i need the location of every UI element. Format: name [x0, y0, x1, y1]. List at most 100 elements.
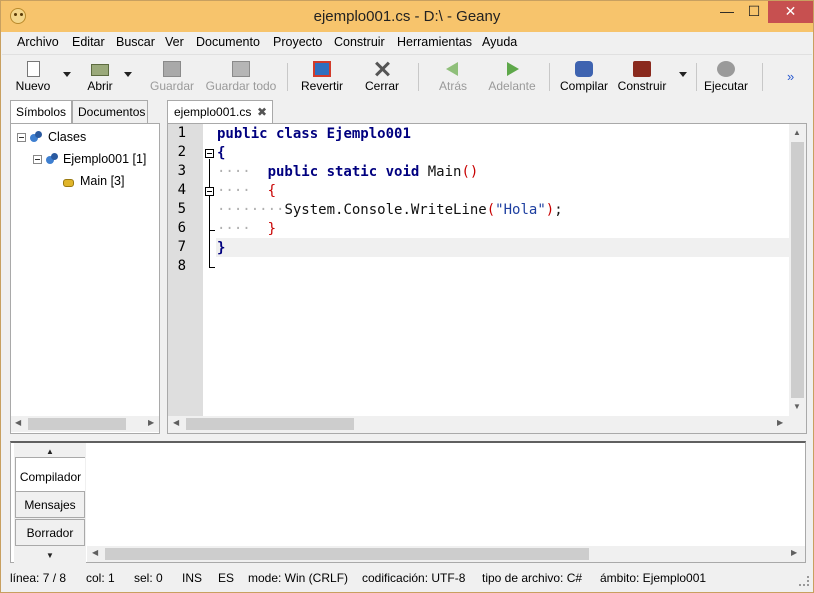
menu-proyecto[interactable]: Proyecto: [273, 35, 322, 49]
open-folder-icon: [91, 64, 109, 76]
forward-button[interactable]: Adelante: [484, 59, 540, 95]
back-button[interactable]: Atrás: [432, 59, 474, 95]
revert-label: Revertir: [300, 79, 343, 93]
tab-ejemplo001[interactable]: ejemplo001.cs ✖: [167, 100, 273, 124]
back-label: Atrás: [438, 79, 467, 93]
editor-horizontal-scrollbar[interactable]: ◀ ▶: [168, 416, 806, 433]
menu-construir[interactable]: Construir: [334, 35, 385, 49]
minimize-button[interactable]: —: [713, 1, 741, 23]
message-window: ▲ Compilador Mensajes Borrador ▼ ◀ ▶: [10, 441, 806, 563]
tree-item-main[interactable]: Main [3]: [80, 174, 124, 188]
compile-button[interactable]: Compilar: [556, 59, 612, 95]
code-editor[interactable]: 1 2 3 4 5 6 7 8 public class Ejemplo001 …: [167, 123, 807, 434]
scroll-right-icon[interactable]: ▶: [148, 418, 154, 427]
scrollbar-thumb[interactable]: [105, 548, 589, 560]
code-line-3: ···· public static void Main(): [217, 164, 479, 180]
save-icon: [163, 61, 181, 77]
tree-item-ejemplo001[interactable]: Ejemplo001 [1]: [63, 152, 146, 166]
scroll-left-icon[interactable]: ◀: [15, 418, 21, 427]
tab-mensajes[interactable]: Mensajes: [15, 491, 85, 518]
save-button[interactable]: Guardar: [145, 59, 199, 95]
toolbar: Nuevo Abrir Guardar Guardar todo Reverti…: [2, 54, 812, 97]
maximize-button[interactable]: ☐: [741, 1, 767, 23]
current-line-highlight: [216, 238, 790, 257]
tabs-scroll-down-icon[interactable]: ▼: [46, 551, 54, 560]
build-dropdown-arrow-icon[interactable]: [679, 72, 687, 77]
collapse-ejemplo001-icon[interactable]: [33, 155, 42, 164]
open-dropdown-arrow-icon[interactable]: [124, 72, 132, 77]
sidebar-horizontal-scrollbar[interactable]: ◀ ▶: [11, 416, 159, 432]
code-line-2: {: [217, 145, 226, 161]
menu-ver[interactable]: Ver: [165, 35, 184, 49]
scroll-up-icon[interactable]: ▲: [793, 128, 801, 137]
tab-compilador[interactable]: Compilador: [15, 457, 85, 495]
menu-herramientas[interactable]: Herramientas: [397, 35, 472, 49]
messages-horizontal-scrollbar[interactable]: ◀ ▶: [87, 546, 805, 562]
scroll-down-icon[interactable]: ▼: [793, 402, 801, 411]
status-insert-mode: INS: [182, 571, 203, 585]
tree-item-classes[interactable]: Clases: [48, 130, 86, 144]
status-line-endings: mode: Win (CRLF): [248, 571, 349, 585]
status-bar: línea: 7 / 8 col: 1 sel: 0 INS ES mode: …: [2, 568, 812, 588]
code-line-1: public class Ejemplo001: [217, 126, 411, 142]
save-all-button[interactable]: Guardar todo: [204, 59, 278, 95]
compile-icon: [575, 61, 593, 77]
toolbar-overflow-icon[interactable]: »: [787, 69, 794, 84]
new-dropdown-arrow-icon[interactable]: [63, 72, 71, 77]
menu-ayuda[interactable]: Ayuda: [482, 35, 517, 49]
close-file-button[interactable]: Cerrar: [360, 59, 404, 95]
tab-simbolos[interactable]: Símbolos: [10, 100, 72, 124]
toolbar-separator: [762, 63, 763, 91]
code-text-area[interactable]: public class Ejemplo001 { ···· public st…: [216, 124, 790, 416]
editor-vertical-scrollbar[interactable]: ▲ ▼: [789, 124, 806, 416]
open-button[interactable]: Abrir: [78, 59, 122, 95]
tab-borrador[interactable]: Borrador: [15, 519, 85, 546]
window-title: ejemplo001.cs - D:\ - Geany: [313, 8, 501, 25]
line-number: 7: [177, 239, 186, 255]
editor-tabs: ejemplo001.cs ✖: [165, 100, 811, 124]
classes-icon: [30, 131, 43, 143]
menu-editar[interactable]: Editar: [72, 35, 105, 49]
scroll-right-icon[interactable]: ▶: [791, 548, 797, 557]
collapse-classes-icon[interactable]: [17, 133, 26, 142]
save-all-icon: [232, 61, 250, 77]
title-bar[interactable]: ejemplo001.cs - D:\ - Geany — ☐ ✕: [1, 1, 813, 32]
run-button[interactable]: Ejecutar: [700, 59, 752, 95]
revert-button[interactable]: Revertir: [297, 59, 347, 95]
status-indent: ES: [218, 571, 235, 585]
status-col: col: 1: [86, 571, 115, 585]
scroll-left-icon[interactable]: ◀: [173, 418, 179, 427]
menu-buscar[interactable]: Buscar: [116, 35, 155, 49]
close-window-button[interactable]: ✕: [768, 1, 813, 23]
line-number: 8: [177, 258, 186, 274]
scrollbar-thumb[interactable]: [28, 418, 126, 430]
scrollbar-thumb[interactable]: [186, 418, 354, 430]
tab-close-icon[interactable]: ✖: [257, 105, 267, 119]
resize-grip-icon[interactable]: [799, 576, 809, 586]
menu-archivo[interactable]: Archivo: [17, 35, 59, 49]
scrollbar-thumb[interactable]: [791, 142, 804, 398]
message-tabs: ▲ Compilador Mensajes Borrador ▼: [14, 443, 86, 563]
close-file-label: Cerrar: [364, 79, 399, 93]
line-number: 2: [177, 144, 186, 160]
new-button[interactable]: Nuevo: [8, 59, 58, 95]
status-sel: sel: 0: [134, 571, 163, 585]
revert-icon: [313, 61, 331, 77]
fold-guide-line: [209, 159, 210, 267]
tab-documentos[interactable]: Documentos: [72, 100, 148, 123]
tabs-scroll-up-icon[interactable]: ▲: [46, 447, 54, 456]
fold-toggle-icon[interactable]: [205, 187, 214, 196]
code-line-6: ···· }: [217, 221, 277, 237]
scroll-right-icon[interactable]: ▶: [777, 418, 783, 427]
scroll-left-icon[interactable]: ◀: [92, 548, 98, 557]
save-all-label: Guardar todo: [205, 79, 277, 93]
menu-documento[interactable]: Documento: [196, 35, 260, 49]
back-arrow-icon: [446, 62, 458, 76]
status-encoding: codificación: UTF-8: [362, 571, 466, 585]
geany-window: ejemplo001.cs - D:\ - Geany — ☐ ✕ Archiv…: [0, 0, 814, 593]
line-number: 6: [177, 220, 186, 236]
close-x-icon: [373, 61, 391, 77]
code-line-5: ········System.Console.WriteLine("Hola")…: [217, 202, 563, 218]
fold-toggle-icon[interactable]: [205, 149, 214, 158]
build-button[interactable]: Construir: [615, 59, 669, 95]
